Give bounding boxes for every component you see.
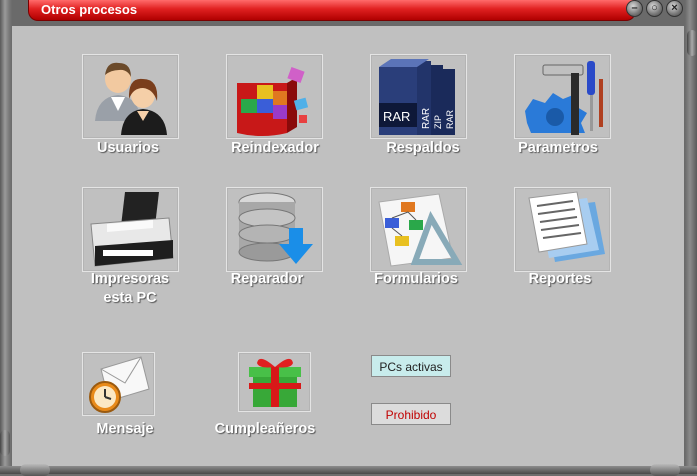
pcs-activas-button[interactable]: PCs activas — [371, 355, 451, 377]
tools-gear-icon — [525, 61, 603, 135]
respaldos-button[interactable]: RAR RAR ZIP RAR — [370, 54, 467, 139]
rar-text-2: RAR — [421, 108, 432, 129]
users-icon — [95, 62, 167, 135]
respaldos-label: Respaldos — [386, 140, 460, 156]
database-repair-icon — [238, 192, 313, 264]
message-clock-icon — [89, 356, 150, 413]
formularios-button[interactable] — [370, 187, 467, 272]
reports-documents-icon — [528, 191, 605, 262]
mensaje-label: Mensaje — [96, 421, 154, 437]
usuarios-label: Usuarios — [96, 140, 160, 156]
title-bar[interactable]: Otros procesos — [28, 0, 636, 21]
impresoras-label-line2: esta PC — [103, 290, 157, 306]
minimize-icon[interactable]: – — [626, 0, 643, 17]
parametros-button[interactable] — [514, 54, 611, 139]
zip-text: ZIP — [433, 115, 443, 129]
window-controls: – ○ × — [626, 0, 686, 17]
cumpleaneros-label: Cumpleañeros — [214, 421, 316, 437]
impresoras-label-line1: Impresoras — [90, 271, 170, 287]
reparador-button[interactable] — [226, 187, 323, 272]
impresoras-button[interactable] — [82, 187, 179, 272]
prohibido-button[interactable]: Prohibido — [371, 403, 451, 425]
bottom-left-handle — [20, 464, 50, 476]
usuarios-button[interactable] — [82, 54, 179, 139]
printer-icon — [90, 192, 174, 267]
right-resize-handle[interactable] — [687, 30, 697, 56]
forms-diagram-icon — [378, 193, 463, 267]
cumpleaneros-button[interactable] — [238, 352, 311, 412]
backup-binders-icon: RAR RAR ZIP RAR — [379, 59, 455, 135]
reindexador-label: Reindexador — [231, 140, 319, 156]
window-bottom-frame — [0, 466, 697, 474]
close-icon[interactable]: × — [666, 0, 683, 17]
rar-text-3: RAR — [445, 109, 455, 129]
parametros-label: Parametros — [518, 140, 598, 156]
bottom-right-handle — [650, 464, 680, 476]
mensaje-button[interactable] — [82, 352, 155, 416]
reportes-label: Reportes — [528, 271, 592, 287]
formularios-label: Formularios — [374, 271, 458, 287]
reindexador-button[interactable] — [226, 54, 323, 139]
restore-icon[interactable]: ○ — [646, 0, 663, 17]
window-title: Otros procesos — [41, 2, 138, 17]
reportes-button[interactable] — [514, 187, 611, 272]
left-resize-handle[interactable] — [0, 430, 10, 456]
gift-icon — [249, 358, 301, 407]
reindex-blocks-icon — [237, 66, 309, 136]
rar-text-1: RAR — [383, 109, 410, 124]
reparador-label: Reparador — [230, 271, 304, 287]
app-window: Otros procesos – ○ × Usuarios Reindexado… — [0, 0, 697, 476]
